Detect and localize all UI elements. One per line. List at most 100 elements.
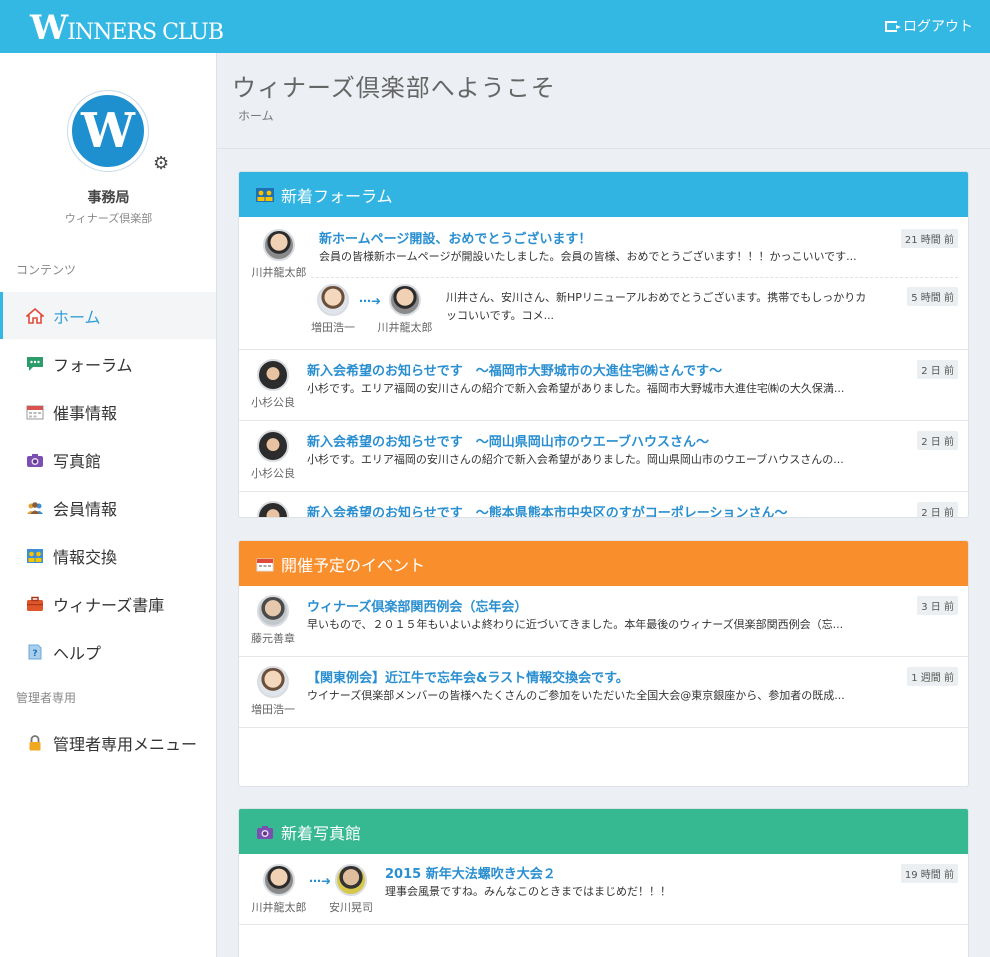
reply-excerpt: ッコいいです。コメ... <box>446 309 555 322</box>
profile-org: ウィナーズ倶楽部 <box>64 212 153 225</box>
post-title-link[interactable]: 新入会希望のお知らせです ～福岡市大野城市の大進住宅㈱さんです～ <box>307 360 722 379</box>
forum-thread: 小杉公良 新入会希望のお知らせです ～福岡市大野城市の大進住宅㈱さんです～ 2 … <box>239 350 968 421</box>
sidebar-item-label: 情報交換 <box>53 547 118 567</box>
time-badge: 21 時間 前 <box>900 229 958 248</box>
author-name: 川井龍太郎 <box>377 321 433 334</box>
author-block[interactable]: 小杉公良 <box>243 430 303 481</box>
avatar <box>257 430 289 462</box>
sidebar: W ⚙ 事務局 ウィナーズ倶楽部 コンテンツ ホーム フォーラム 催事情報 写真… <box>0 53 217 957</box>
photos-panel: 新着写真館 川井龍太郎 ⋯➜ 安川晃司 2015 新年大法螺吹き大会２ 19 時… <box>238 808 969 957</box>
avatar <box>389 284 421 316</box>
avatar <box>263 864 295 896</box>
sidebar-item-forum[interactable]: フォーラム <box>0 340 216 387</box>
sidebar-item-label: 催事情報 <box>53 403 118 423</box>
page-title: ウィナーズ倶楽部へようこそ <box>232 74 556 102</box>
forum-thread: 小杉公良 新入会希望のお知らせです ～岡山県岡山市のウエーブハウスさん～ 2 日… <box>239 421 968 492</box>
forum-thread: 川井龍太郎 新ホームページ開設、おめでとうございます！ 21 時間 前 会員の皆… <box>239 217 968 350</box>
forum-panel-title: 新着フォーラム <box>281 186 393 206</box>
author-block[interactable]: 川井龍太郎 <box>249 229 309 280</box>
event-excerpt: ウイナーズ倶楽部メンバーの皆様へたくさんのご参加をいただいた全国大会@東京銀座か… <box>307 689 845 702</box>
photo-excerpt: 理事会風景ですね。みんなこのときまではまじめだ！！！ <box>385 885 671 898</box>
sidebar-item-home[interactable]: ホーム <box>0 292 216 339</box>
author-block[interactable]: 小杉公良 <box>243 359 303 410</box>
post-excerpt: 小杉です。エリア福岡の安川さんの紹介で新入会希望がありました。岡山県岡山市のウエ… <box>307 453 844 466</box>
sidebar-item-help[interactable]: ? ヘルプ <box>0 628 216 675</box>
post-excerpt: 会員の皆様新ホームページが開設いたしました。会員の皆様、おめでとうございます！！… <box>319 250 857 263</box>
photos-panel-title: 新着写真館 <box>281 823 362 843</box>
logo-initial: W <box>30 8 68 48</box>
events-panel: 開催予定のイベント 藤元善章 ウィナーズ倶楽部関西例会（忘年会） 3 日 前 早… <box>238 540 969 787</box>
sidebar-item-exchange[interactable]: 情報交換 <box>0 532 216 579</box>
exchange-icon <box>26 548 44 564</box>
author-block[interactable]: 増田浩一 <box>243 666 303 717</box>
comment-icon <box>26 356 44 372</box>
events-panel-header: 開催予定のイベント <box>239 541 968 586</box>
help-icon: ? <box>26 644 44 660</box>
avatar <box>257 501 289 517</box>
photo-item: 川井龍太郎 ⋯➜ 安川晃司 2015 新年大法螺吹き大会２ 19 時間 前 理事… <box>239 854 968 925</box>
breadcrumb[interactable]: ホーム <box>238 107 274 124</box>
event-excerpt: 早いもので、２０１５年もいよいよ終わりに近づいてきました。本年最後のウィナーズ倶… <box>307 618 844 631</box>
users-icon <box>26 500 44 516</box>
time-badge: 2 日 前 <box>917 431 958 450</box>
event-title-link[interactable]: 【関東例会】近江牛で忘年会&ラスト情報交換会です。 <box>307 667 629 686</box>
top-navbar: WINNERS CLUB ログアウト <box>0 0 990 53</box>
sidebar-item-admin-menu[interactable]: 管理者専用メニュー <box>0 719 216 766</box>
nav-heading-admin: 管理者専用 <box>16 691 77 705</box>
time-badge: 19 時間 前 <box>900 864 958 883</box>
photo-from-block[interactable]: 川井龍太郎 <box>249 864 309 915</box>
post-excerpt: 小杉です。エリア福岡の安川さんの紹介で新入会希望がありました。福岡市大野城市大進… <box>307 382 845 395</box>
logout-link[interactable]: ログアウト <box>885 16 973 36</box>
sidebar-item-library[interactable]: ウィナーズ書庫 <box>0 580 216 627</box>
event-item: 増田浩一 【関東例会】近江牛で忘年会&ラスト情報交換会です。 1 週間 前 ウイ… <box>239 657 968 728</box>
sidebar-item-events[interactable]: 催事情報 <box>0 388 216 435</box>
title-divider <box>217 148 990 149</box>
home-icon <box>26 307 44 324</box>
photo-to-block[interactable]: 安川晃司 <box>321 864 381 915</box>
time-badge: 2 日 前 <box>917 502 958 517</box>
event-item: 藤元善章 ウィナーズ倶楽部関西例会（忘年会） 3 日 前 早いもので、２０１５年… <box>239 586 968 657</box>
author-block[interactable]: 藤元善章 <box>243 595 303 646</box>
author-name: 増田浩一 <box>251 703 295 716</box>
reply-from-block[interactable]: 増田浩一 <box>303 284 363 335</box>
forum-panel: 新着フォーラム 川井龍太郎 新ホームページ開設、おめでとうございます！ 21 時… <box>238 171 969 518</box>
time-badge: 2 日 前 <box>917 360 958 379</box>
sidebar-item-label: ホーム <box>53 307 101 327</box>
forum-thread: 新入会希望のお知らせです ～熊本県熊本市中央区のすがコーポレーションさん～ 2 … <box>239 492 968 517</box>
author-name: 小杉公良 <box>251 396 295 409</box>
sidebar-item-label: フォーラム <box>53 355 133 375</box>
avatar <box>257 666 289 698</box>
event-title-link[interactable]: ウィナーズ倶楽部関西例会（忘年会） <box>307 596 527 615</box>
gear-icon[interactable]: ⚙ <box>153 155 171 173</box>
author-name: 川井龍太郎 <box>251 266 307 279</box>
briefcase-icon <box>26 596 44 612</box>
post-title-link[interactable]: 新ホームページ開設、おめでとうございます！ <box>319 228 591 247</box>
author-name: 小杉公良 <box>251 467 295 480</box>
post-title-link[interactable]: 新入会希望のお知らせです ～熊本県熊本市中央区のすがコーポレーションさん～ <box>307 502 787 517</box>
calendar-icon <box>26 404 44 420</box>
winners-club-logo[interactable]: WINNERS CLUB <box>30 8 224 48</box>
sidebar-item-label: 会員情報 <box>53 499 118 519</box>
author-name: 川井龍太郎 <box>251 901 307 914</box>
sidebar-item-label: 管理者専用メニュー <box>53 734 198 754</box>
forum-panel-header: 新着フォーラム <box>239 172 968 217</box>
post-title-link[interactable]: 新入会希望のお知らせです ～岡山県岡山市のウエーブハウスさん～ <box>307 431 709 450</box>
exchange-icon <box>255 187 275 203</box>
author-block[interactable] <box>243 501 303 517</box>
logo-text: INNERS CLUB <box>67 20 224 45</box>
sign-out-icon <box>885 20 901 32</box>
avatar <box>263 229 295 261</box>
profile-avatar[interactable]: W <box>68 91 148 171</box>
reply-divider <box>311 277 958 278</box>
reply-to-block[interactable]: 川井龍太郎 <box>375 284 435 335</box>
avatar <box>257 595 289 627</box>
author-name: 増田浩一 <box>311 321 355 334</box>
sidebar-item-photos[interactable]: 写真館 <box>0 436 216 483</box>
photo-title-link[interactable]: 2015 新年大法螺吹き大会２ <box>385 863 556 882</box>
reply-excerpt: 川井さん、安川さん、新HPリニューアルおめでとうございます。携帯でもしっかりカ <box>446 291 867 304</box>
sidebar-item-members[interactable]: 会員情報 <box>0 484 216 531</box>
time-badge: 3 日 前 <box>917 596 958 615</box>
author-name: 藤元善章 <box>251 632 295 645</box>
events-panel-title: 開催予定のイベント <box>281 555 426 575</box>
camera-icon <box>255 824 275 840</box>
